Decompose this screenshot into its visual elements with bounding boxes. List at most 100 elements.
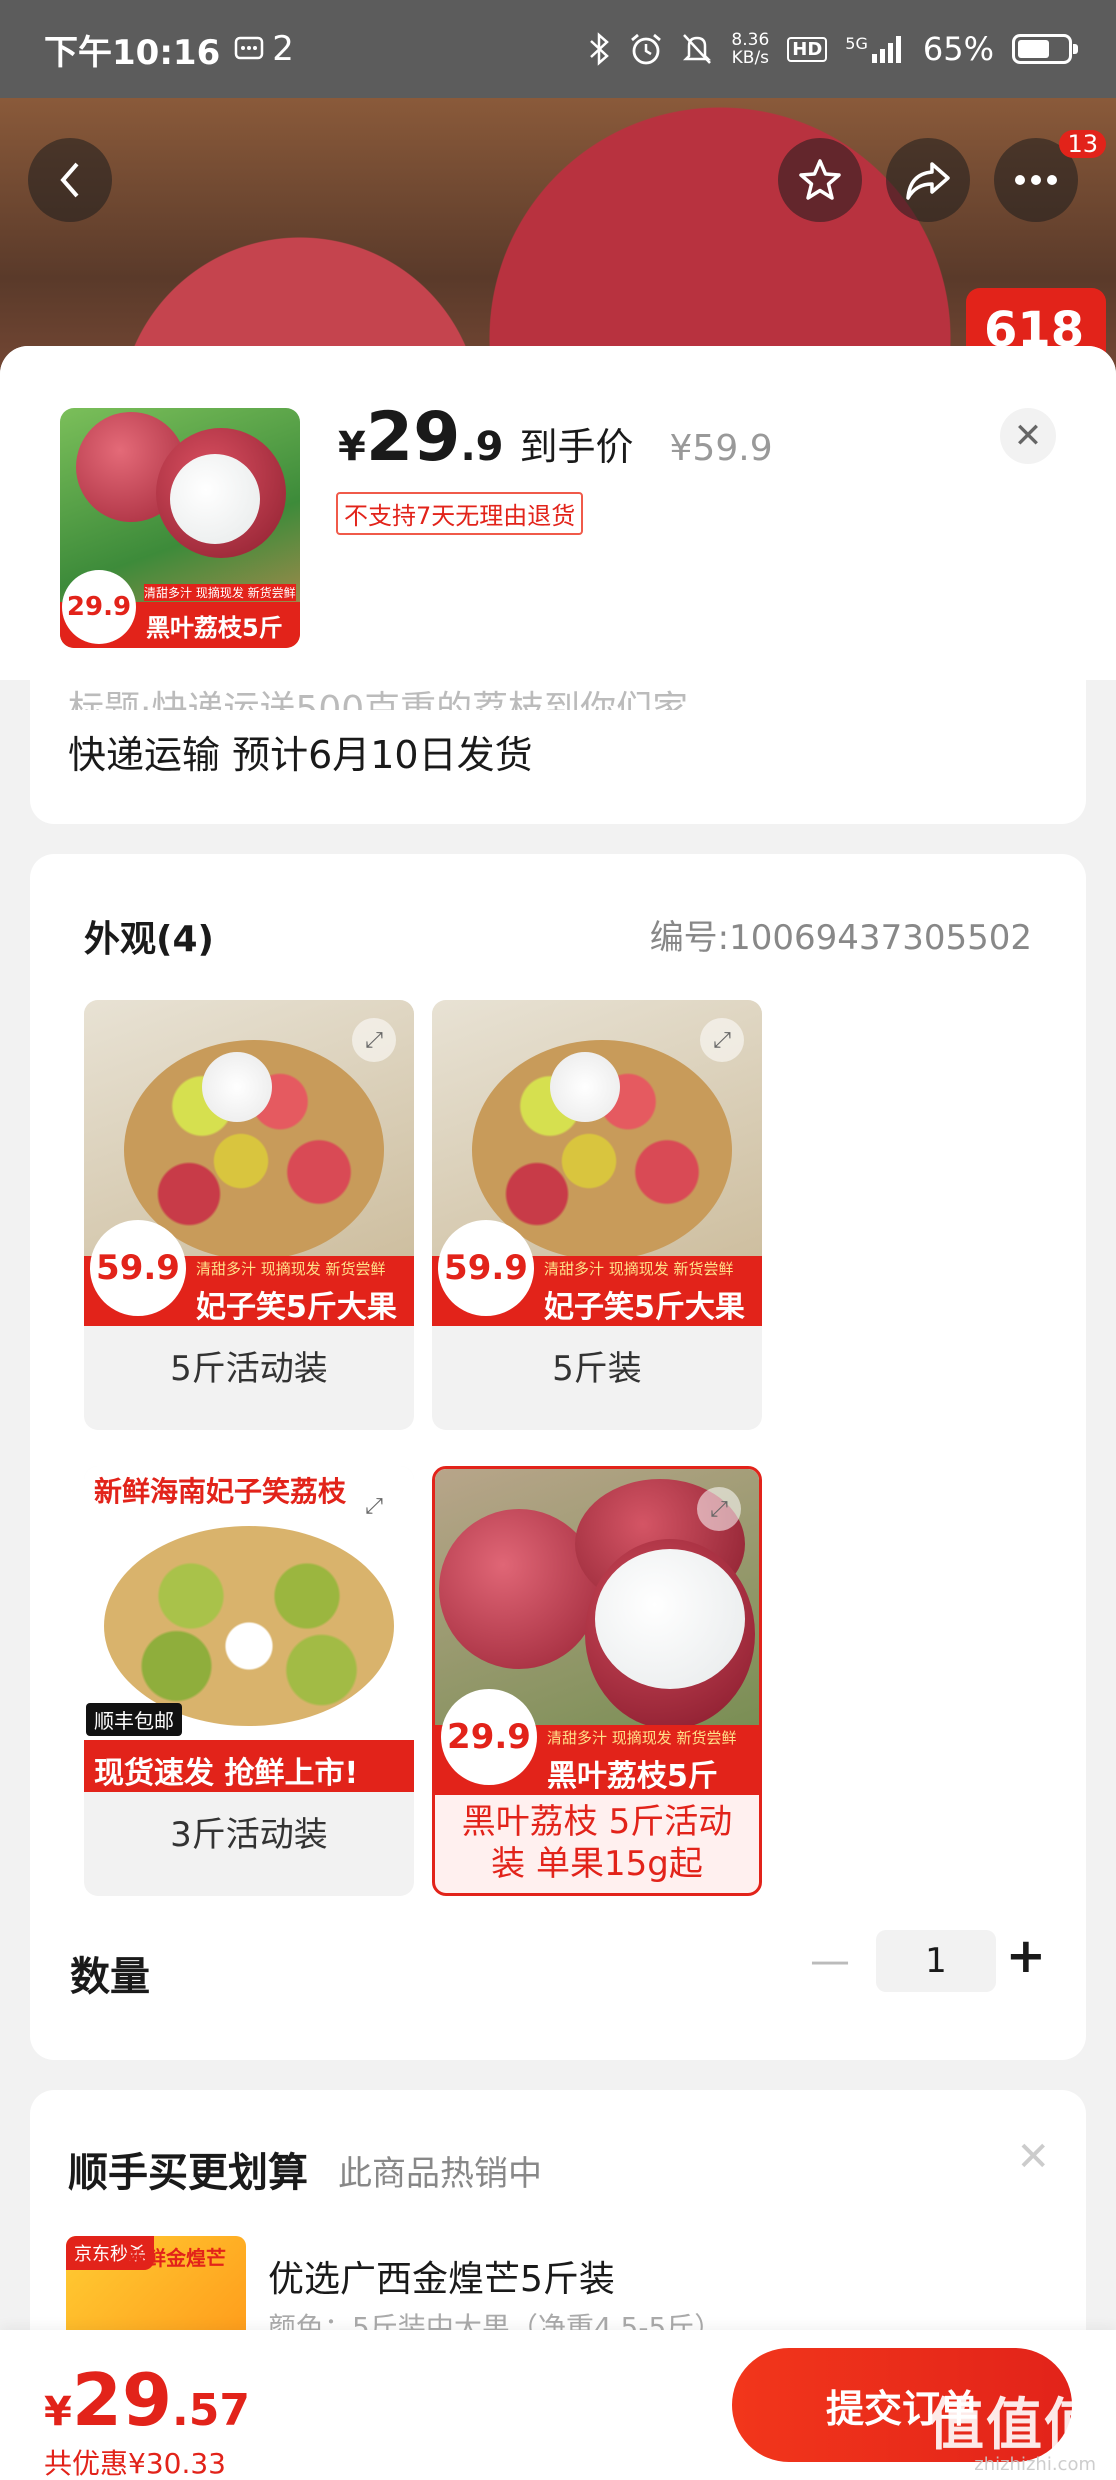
price-integer: 29 bbox=[365, 398, 461, 477]
message-count-badge: 13 bbox=[1059, 130, 1106, 158]
price-row: ¥ 29 .9 到手价 ¥59.9 bbox=[338, 398, 773, 477]
appearance-title: 外观(4) bbox=[84, 919, 214, 960]
option-price: 59.9 bbox=[96, 1248, 180, 1288]
price-label: 到手价 bbox=[519, 425, 634, 469]
option-promo-banner: 29.9 清甜多汁 现摘现发 新货尝鲜 黑叶荔枝5斤 bbox=[435, 1689, 759, 1795]
selected-product-thumbnail[interactable]: 29.9 清甜多汁 现摘现发 新货尝鲜 黑叶荔枝5斤 bbox=[60, 408, 300, 648]
signal-bars-icon bbox=[871, 36, 901, 63]
option-image: ⤢ 29.9 清甜多汁 现摘现发 新货尝鲜 黑叶荔枝5斤 bbox=[435, 1469, 759, 1795]
lychee-image bbox=[104, 1526, 394, 1726]
lychee-image bbox=[439, 1509, 599, 1669]
total-decimal: .57 bbox=[172, 2385, 250, 2436]
shipping-info: 快递运输 预计6月10日发货 bbox=[68, 733, 533, 777]
lychee-flesh-image bbox=[550, 1052, 620, 1122]
no-return-badge: 不支持7天无理由退货 bbox=[336, 492, 584, 535]
option-label: 5斤装 bbox=[552, 1349, 642, 1389]
lychee-flesh-image bbox=[170, 454, 260, 544]
option-banner-name: 现货速发 抢鲜上市! bbox=[94, 1756, 359, 1791]
option-banner-name: 妃子笑5斤大果 bbox=[196, 1290, 397, 1325]
chevron-left-icon bbox=[60, 162, 79, 198]
sf-tag: 顺丰包邮 bbox=[86, 1703, 182, 1736]
price-currency: ¥ bbox=[338, 424, 366, 470]
option-image: ⤢ 59.9 清甜多汁 现摘现发 新货尝鲜 妃子笑5斤大果 bbox=[432, 1000, 762, 1326]
option-features: 清甜多汁 现摘现发 新货尝鲜 bbox=[544, 1260, 734, 1278]
status-time: 下午10:16 bbox=[44, 32, 221, 73]
share-icon bbox=[906, 162, 950, 200]
thumb-product-name: 黑叶荔枝5斤 bbox=[146, 614, 283, 642]
expand-icon[interactable]: ⤢ bbox=[697, 1487, 741, 1531]
option-banner-name: 黑叶荔枝5斤 bbox=[547, 1759, 718, 1794]
option-price: 29.9 bbox=[447, 1717, 531, 1757]
thumb-price-badge: 29.9 bbox=[62, 570, 136, 644]
expand-icon[interactable]: ⤢ bbox=[352, 1484, 396, 1528]
watermark-url: zhizhizhi.com bbox=[974, 2454, 1096, 2475]
option-price-badge: 59.9 bbox=[438, 1220, 534, 1316]
more-icon bbox=[1015, 175, 1057, 185]
original-price: ¥59.9 bbox=[669, 428, 773, 469]
option-price: 59.9 bbox=[444, 1248, 528, 1288]
shipping-partial-line: 标题·快递运送500克重的荔枝到你们家 bbox=[68, 689, 689, 710]
expand-icon[interactable]: ⤢ bbox=[700, 1018, 744, 1062]
option-image: ⤢ 59.9 清甜多汁 现摘现发 新货尝鲜 妃子笑5斤大果 bbox=[84, 1000, 414, 1326]
signal-indicator: 5G bbox=[845, 34, 905, 64]
share-button[interactable] bbox=[886, 138, 970, 222]
upsell-product-name[interactable]: 优选广西金煌芒5斤装 bbox=[268, 2250, 615, 2302]
back-button[interactable] bbox=[28, 138, 112, 222]
product-code: 编号:10069437305502 bbox=[649, 918, 1032, 958]
alarm-icon bbox=[631, 33, 662, 65]
option-promo-banner: 现货速发 抢鲜上市! bbox=[84, 1740, 414, 1792]
lychee-flesh-image bbox=[595, 1549, 745, 1689]
option-tile-selected[interactable]: ⤢ 29.9 清甜多汁 现摘现发 新货尝鲜 黑叶荔枝5斤 黑叶荔枝 5斤活动装 … bbox=[432, 1466, 762, 1896]
quantity-decrease-button[interactable]: — bbox=[810, 1938, 850, 1984]
thumb-price: 29.9 bbox=[66, 592, 132, 622]
spec-selection-sheet: 29.9 清甜多汁 现摘现发 新货尝鲜 黑叶荔枝5斤 ¥ 29 .9 到手价 ¥… bbox=[0, 346, 1116, 2480]
total-saving: 共优惠¥30.33 bbox=[44, 2447, 226, 2480]
favorite-button[interactable] bbox=[778, 138, 862, 222]
total-currency: ¥ bbox=[44, 2389, 72, 2435]
quantity-increase-button[interactable]: + bbox=[1006, 1928, 1046, 1984]
option-features: 清甜多汁 现摘现发 新货尝鲜 bbox=[547, 1729, 737, 1747]
net-speed-value: 8.36 bbox=[731, 30, 770, 50]
option-tile[interactable]: ⤢ 59.9 清甜多汁 现摘现发 新货尝鲜 妃子笑5斤大果 5斤装 bbox=[432, 1000, 762, 1430]
option-tile[interactable]: 新鲜海南妃子笑荔枝 ⤢ 顺丰包邮 现货速发 抢鲜上市! 3斤活动装 bbox=[84, 1466, 414, 1896]
upsell-image-text: 新鲜金煌芒 bbox=[126, 2246, 226, 2270]
quantity-input[interactable]: 1 bbox=[876, 1930, 996, 1992]
price-decimal: .9 bbox=[460, 424, 504, 470]
close-icon: ✕ bbox=[1013, 416, 1043, 456]
total-price: ¥ 29 .57 bbox=[44, 2358, 250, 2442]
option-label: 3斤活动装 bbox=[170, 1815, 328, 1855]
notification-count: 2 bbox=[272, 29, 294, 69]
total-integer: 29 bbox=[71, 2358, 173, 2442]
expand-icon[interactable]: ⤢ bbox=[352, 1018, 396, 1062]
shipping-card: 标题·快递运送500克重的荔枝到你们家 快递运输 预计6月10日发货 bbox=[30, 680, 1086, 824]
lychee-flesh-image bbox=[202, 1052, 272, 1122]
option-promo-banner: 59.9 清甜多汁 现摘现发 新货尝鲜 妃子笑5斤大果 bbox=[432, 1220, 762, 1326]
option-features: 清甜多汁 现摘现发 新货尝鲜 bbox=[196, 1260, 386, 1278]
network-speed: 8.36 KB/s bbox=[731, 31, 769, 67]
upsell-subtitle: 此商品热销中 bbox=[338, 2154, 542, 2194]
signal-type: 5G bbox=[845, 34, 868, 53]
upsell-title: 顺手买更划算 bbox=[68, 2150, 308, 2196]
option-label: 黑叶荔枝 5斤活动装 单果15g起 bbox=[461, 1802, 733, 1884]
battery-fill bbox=[1018, 40, 1050, 58]
sheet-header: 29.9 清甜多汁 现摘现发 新货尝鲜 黑叶荔枝5斤 ¥ 29 .9 到手价 ¥… bbox=[0, 346, 1116, 680]
option-image: 新鲜海南妃子笑荔枝 ⤢ 顺丰包邮 现货速发 抢鲜上市! bbox=[84, 1466, 414, 1792]
upsell-close-button[interactable]: ✕ bbox=[1016, 2134, 1050, 2180]
status-bar: 下午10:16 2 8.36 KB/s HD 5G 65% bbox=[0, 0, 1116, 98]
sf-tag-text: 顺丰包邮 bbox=[94, 1709, 174, 1733]
option-tile[interactable]: ⤢ 59.9 清甜多汁 现摘现发 新货尝鲜 妃子笑5斤大果 5斤活动装 bbox=[84, 1000, 414, 1430]
mute-icon bbox=[683, 34, 712, 64]
star-icon bbox=[799, 159, 841, 200]
battery-percent: 65% bbox=[922, 30, 994, 68]
net-speed-unit: KB/s bbox=[731, 48, 770, 68]
bluetooth-icon bbox=[590, 32, 610, 66]
option-banner-name: 妃子笑5斤大果 bbox=[544, 1290, 745, 1325]
option-promo-banner: 59.9 清甜多汁 现摘现发 新货尝鲜 妃子笑5斤大果 bbox=[84, 1220, 414, 1326]
close-sheet-button[interactable]: ✕ bbox=[1000, 408, 1056, 464]
option-price-badge: 59.9 bbox=[90, 1220, 186, 1316]
thumb-promo-banner: 29.9 清甜多汁 现摘现发 新货尝鲜 黑叶荔枝5斤 bbox=[60, 570, 300, 648]
quantity-label: 数量 bbox=[70, 1954, 150, 2000]
option-price-badge: 29.9 bbox=[441, 1689, 537, 1785]
option-top-banner: 新鲜海南妃子笑荔枝 bbox=[94, 1475, 347, 1508]
watermark-logo: 值值值 bbox=[928, 2393, 1102, 2458]
